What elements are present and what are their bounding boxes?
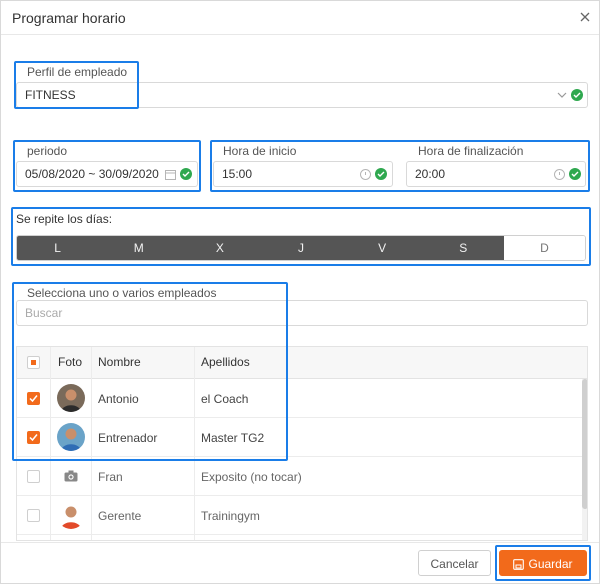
cancel-button[interactable]: Cancelar — [418, 550, 491, 576]
dialog-titlebar: Programar horario — [1, 1, 599, 35]
schedule-dialog: Programar horario Perfil de empleado FIT… — [0, 0, 600, 584]
time-highlight — [210, 140, 590, 192]
footer-divider — [1, 542, 599, 543]
employee-surname: Trainingym — [201, 509, 260, 523]
row-checkbox[interactable] — [27, 509, 40, 522]
employee-name: Gerente — [98, 509, 142, 523]
employees-highlight — [12, 282, 288, 461]
table-scrollbar[interactable] — [582, 379, 587, 540]
chevron-down-icon — [557, 92, 567, 98]
dialog-title: Programar horario — [12, 10, 126, 26]
employee-surname: Exposito (no tocar) — [201, 470, 302, 484]
period-highlight — [13, 140, 201, 192]
table-row[interactable]: Fran Exposito (no tocar) — [17, 457, 587, 496]
save-highlight — [495, 545, 591, 581]
employee-name: Fran — [98, 470, 123, 484]
repeat-highlight — [11, 207, 591, 266]
scrollbar-thumb[interactable] — [582, 379, 587, 509]
table-row[interactable]: Gerente Trainingym — [17, 496, 587, 535]
avatar — [57, 501, 85, 529]
check-circle-icon — [571, 89, 583, 101]
camera-icon — [57, 462, 85, 490]
row-checkbox[interactable] — [27, 470, 40, 483]
close-icon[interactable] — [577, 9, 593, 25]
profile-highlight — [14, 61, 139, 109]
